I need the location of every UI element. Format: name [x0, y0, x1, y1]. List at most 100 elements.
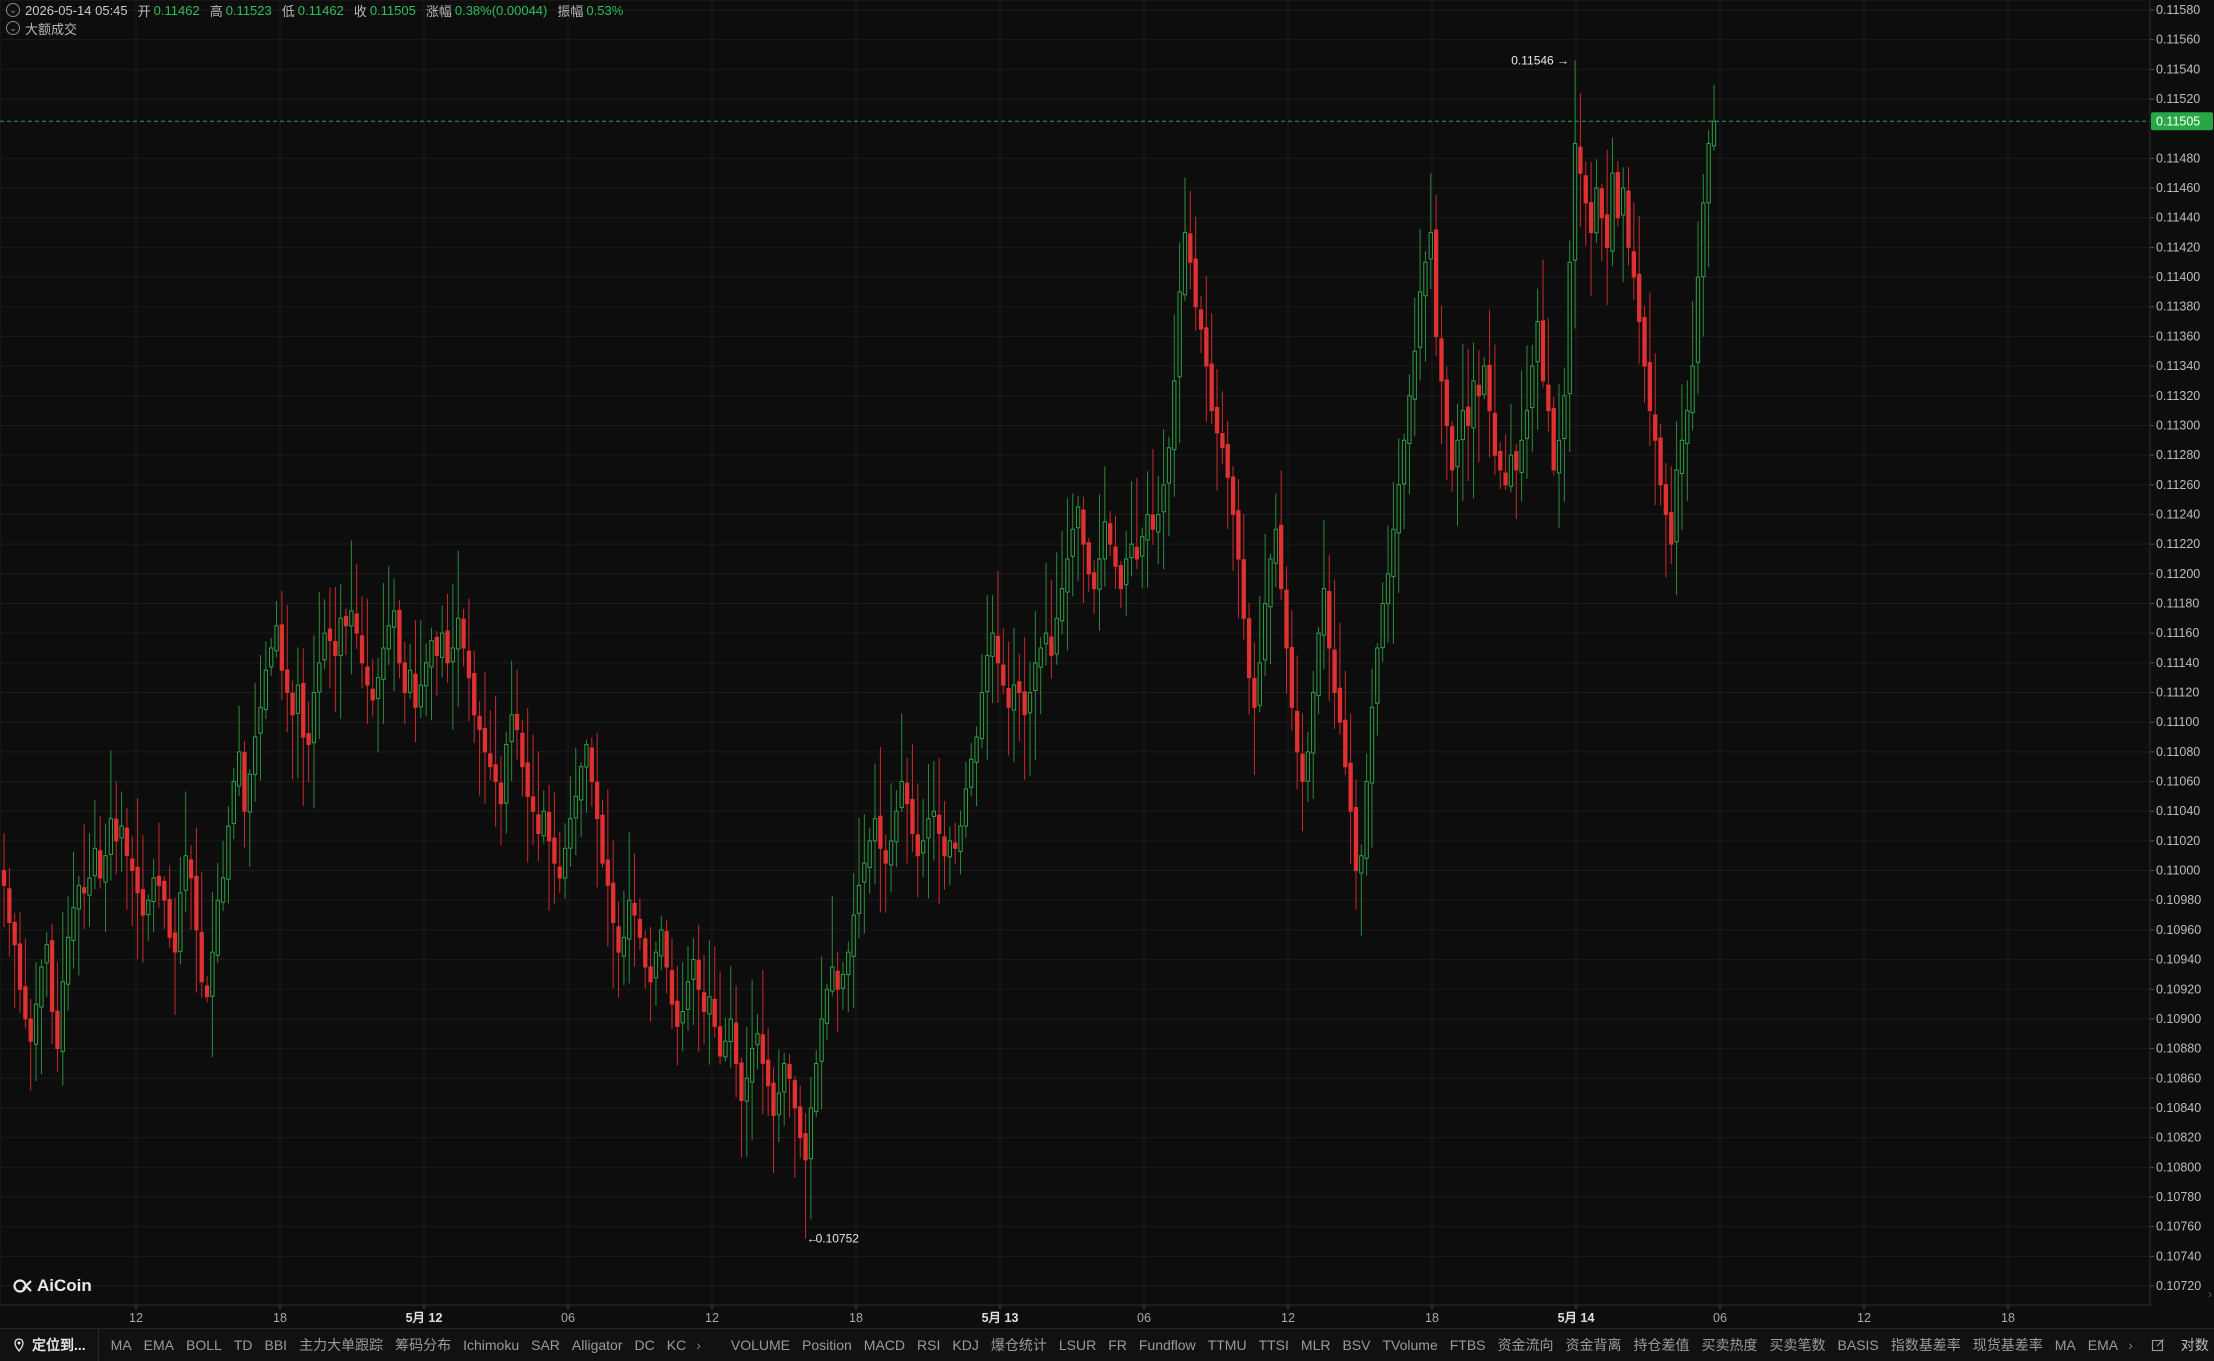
main-indicator-10[interactable]: DC — [629, 1337, 661, 1353]
candle-body — [301, 683, 306, 738]
sub-indicator-3[interactable]: RSI — [911, 1337, 946, 1353]
sub-indicator-1[interactable]: Position — [796, 1337, 858, 1353]
sub-indicator-15[interactable]: 资金流向 — [1492, 1335, 1560, 1355]
candle-body — [418, 684, 423, 708]
main-indicator-9[interactable]: Alligator — [566, 1337, 629, 1353]
main-indicator-6[interactable]: 筹码分布 — [389, 1335, 457, 1355]
expand-chevron-icon[interactable]: ⌄ — [6, 21, 20, 35]
candle-body — [33, 1003, 39, 1045]
candle-body — [621, 936, 627, 957]
candle-body — [258, 706, 263, 734]
candle-body — [910, 798, 915, 834]
sub-indicator-16[interactable]: 资金背离 — [1560, 1335, 1628, 1355]
time-tick-label: 06 — [1713, 1311, 1727, 1325]
big-trades-row[interactable]: ⌄ 大额成交 — [6, 19, 80, 37]
low-value: 0.11462 — [297, 2, 344, 18]
edit-icon[interactable] — [2151, 1338, 2165, 1352]
sub-indicator-14[interactable]: FTBS — [1444, 1337, 1492, 1353]
candle-body — [279, 624, 285, 671]
price-tick-label: 0.11220 — [2156, 537, 2200, 551]
candle-body — [1375, 647, 1380, 704]
candle-body — [1070, 528, 1075, 557]
candle-body — [680, 1011, 685, 1024]
big-trades-label[interactable]: 大额成交 — [25, 19, 77, 38]
main-indicator-5[interactable]: 主力大单跟踪 — [293, 1335, 389, 1355]
candle-body — [103, 855, 108, 883]
candle-body — [1343, 719, 1348, 768]
sub-indicators-more-icon[interactable]: › — [2124, 1337, 2143, 1353]
main-indicator-1[interactable]: EMA — [138, 1337, 180, 1353]
sub-indicator-0[interactable]: VOLUME — [725, 1337, 796, 1353]
candle-body — [888, 840, 894, 866]
candle-body — [584, 743, 589, 768]
main-indicator-2[interactable]: BOLL — [180, 1337, 228, 1353]
time-axis[interactable]: 12 18 5月 12 06 12 18 5月 13 06 12 18 5月 14 06 12 18 — [0, 1304, 2150, 1325]
sub-indicator-9[interactable]: TTMU — [1202, 1337, 1253, 1353]
sub-indicator-11[interactable]: MLR — [1295, 1337, 1337, 1353]
candle-body — [920, 840, 926, 854]
price-tick-label: 0.10920 — [2156, 982, 2201, 996]
candle-body — [1578, 146, 1583, 174]
candle-body — [525, 762, 530, 797]
candle-body — [1172, 380, 1177, 451]
sub-indicator-21[interactable]: 指数基差率 — [1885, 1335, 1967, 1355]
log-scale-toggle[interactable]: 对数 — [2173, 1335, 2214, 1355]
sub-indicator-5[interactable]: 爆仓统计 — [985, 1335, 1053, 1355]
sub-indicator-6[interactable]: LSUR — [1053, 1337, 1102, 1353]
collapse-chevron-icon[interactable]: ⌄ — [6, 3, 20, 17]
candle-body — [808, 1107, 814, 1160]
candle-body — [723, 1040, 728, 1058]
sub-indicator-8[interactable]: Fundflow — [1133, 1337, 1202, 1353]
sub-indicator-7[interactable]: FR — [1102, 1337, 1133, 1353]
candle-body — [1401, 439, 1407, 485]
sub-indicator-24[interactable]: EMA — [2082, 1337, 2124, 1353]
low-label: 低 — [281, 3, 295, 19]
candle-body — [995, 635, 1001, 664]
sub-indicator-23[interactable]: MA — [2049, 1337, 2082, 1353]
candle-body — [434, 636, 440, 656]
price-chart[interactable]: 0.11546 →0.10752←0.11505 0.115800.115600… — [0, 0, 2214, 1361]
candle-body — [39, 966, 44, 1008]
sub-indicator-4[interactable]: KDJ — [946, 1337, 984, 1353]
candle-body — [1508, 454, 1514, 487]
price-tick-label: 0.11100 — [2156, 715, 2199, 729]
sub-indicator-10[interactable]: TTSI — [1253, 1337, 1295, 1353]
price-tick-label: 0.10840 — [2156, 1101, 2201, 1115]
sub-indicator-17[interactable]: 持仓差值 — [1628, 1335, 1696, 1355]
candle-body — [1556, 439, 1562, 474]
candle-body — [1620, 187, 1626, 216]
main-indicator-4[interactable]: BBI — [259, 1337, 294, 1353]
candle-body — [1567, 261, 1572, 395]
sub-indicator-18[interactable]: 买卖热度 — [1696, 1335, 1764, 1355]
candle-body — [1017, 681, 1022, 694]
candle-body — [1519, 439, 1524, 474]
scroll-right-arrow-icon[interactable]: › — [2208, 1287, 2212, 1301]
main-indicators-more-icon[interactable]: › — [692, 1337, 711, 1353]
sub-indicator-2[interactable]: MACD — [858, 1337, 911, 1353]
open-value: 0.11462 — [153, 2, 200, 18]
sub-indicator-22[interactable]: 现货基差率 — [1967, 1335, 2049, 1355]
sub-indicator-19[interactable]: 买卖笔数 — [1764, 1335, 1832, 1355]
candle-body — [1065, 558, 1070, 593]
candle-body — [568, 818, 573, 849]
sub-indicator-20[interactable]: BASIS — [1832, 1337, 1885, 1353]
main-indicator-11[interactable]: KC — [661, 1337, 692, 1353]
main-indicator-8[interactable]: SAR — [525, 1337, 566, 1353]
sub-indicator-13[interactable]: TVolume — [1376, 1337, 1443, 1353]
main-indicator-0[interactable]: MA — [105, 1337, 138, 1353]
candle-body — [594, 781, 600, 820]
main-indicator-3[interactable]: TD — [228, 1337, 259, 1353]
price-axis[interactable]: 0.11580 0.11560 0.11540 0.11520 0.11480 0.114… — [2149, 0, 2201, 1305]
candle-body — [1049, 636, 1054, 656]
candle-body — [263, 669, 269, 710]
candle-body — [691, 959, 696, 980]
candle-body — [803, 1133, 808, 1161]
price-tick-label: 0.11160 — [2156, 626, 2199, 640]
price-tick-label: 0.10740 — [2156, 1249, 2201, 1263]
main-indicator-7[interactable]: Ichimoku — [457, 1337, 525, 1353]
candle-body — [28, 1018, 33, 1042]
candle-body — [488, 753, 493, 768]
sub-indicator-12[interactable]: BSV — [1336, 1337, 1376, 1353]
goto-date-button[interactable]: 定位到... — [0, 1329, 99, 1361]
candle-body — [1476, 384, 1482, 397]
